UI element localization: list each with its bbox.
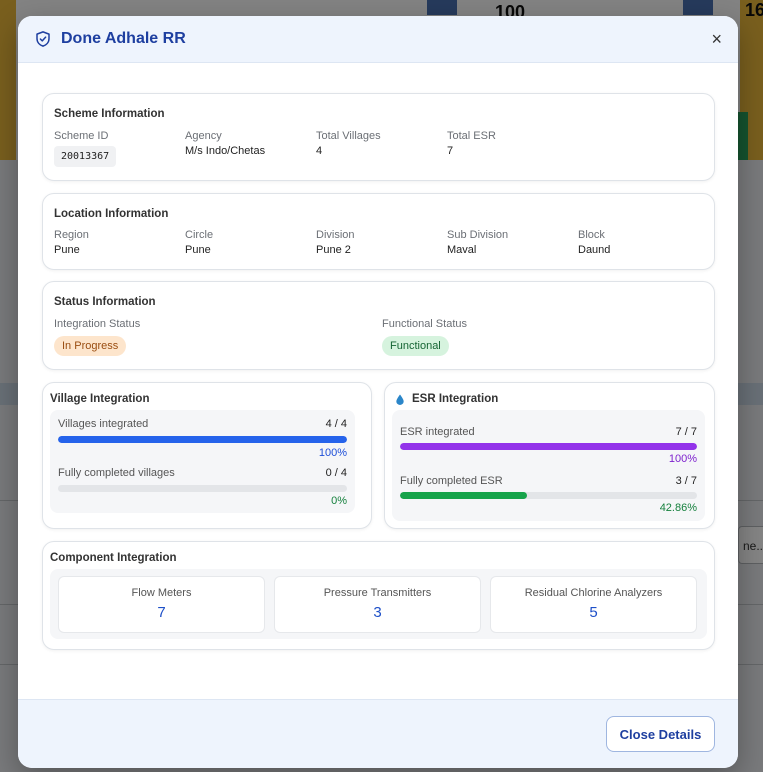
- location-information-card: Location Information Region Pune Circle …: [42, 193, 715, 270]
- card-title: Scheme Information: [54, 108, 165, 120]
- progress-count: 7 / 7: [675, 426, 697, 438]
- fully-completed-villages-bar: [58, 485, 347, 492]
- flow-meters-tile: Flow Meters 7: [58, 576, 265, 633]
- sub-division-field: Sub Division Maval: [447, 229, 508, 256]
- esr-integrated-bar: [400, 443, 697, 450]
- field-value: 4: [316, 145, 323, 157]
- esr-integration-card: ESR Integration ESR integrated 7 / 7 100…: [384, 382, 715, 529]
- progress-label: Fully completed ESR: [400, 475, 503, 487]
- field-label: Sub Division: [447, 229, 509, 241]
- total-esr-field: Total ESR 7: [447, 130, 496, 157]
- agency-field: Agency M/s Indo/Chetas: [185, 130, 265, 157]
- progress-fill: [400, 492, 528, 499]
- total-villages-field: Total Villages 4: [316, 130, 381, 157]
- villages-integrated-bar: [58, 436, 347, 443]
- progress-percent: 0%: [331, 495, 347, 507]
- field-label: Scheme ID: [54, 130, 109, 142]
- progress-percent: 42.86%: [659, 502, 697, 514]
- field-value: Pune 2: [316, 244, 351, 256]
- close-details-button[interactable]: Close Details: [606, 716, 715, 752]
- fully-completed-villages-row: Fully completed villages 0 / 4: [58, 467, 347, 479]
- component-label: Flow Meters: [131, 587, 192, 599]
- card-title: Village Integration: [50, 393, 150, 405]
- villages-integrated-row: Villages integrated 4 / 4: [58, 418, 347, 430]
- component-value: 5: [589, 604, 598, 621]
- component-label: Residual Chlorine Analyzers: [524, 587, 663, 599]
- division-field: Division Pune 2: [316, 229, 355, 256]
- card-title: Status Information: [54, 296, 156, 308]
- functional-status-field: Functional Status Functional: [382, 318, 467, 356]
- esr-integrated-row: ESR integrated 7 / 7: [400, 426, 697, 438]
- card-title: ESR Integration: [412, 393, 499, 405]
- scheme-details-modal: Done Adhale RR × Scheme Information Sche…: [18, 16, 738, 768]
- block-field: Block Daund: [578, 229, 610, 256]
- progress-percent: 100%: [668, 453, 697, 465]
- progress-count: 4 / 4: [325, 418, 347, 430]
- field-label: Agency: [185, 130, 222, 142]
- progress-count: 0 / 4: [325, 467, 347, 479]
- component-value: 7: [157, 604, 166, 621]
- scheme-information-card: Scheme Information Scheme ID 20013367 Ag…: [42, 93, 715, 181]
- progress-fill: [400, 443, 697, 450]
- card-title-row: ESR Integration: [395, 393, 498, 405]
- modal-title: Done Adhale RR: [61, 30, 186, 47]
- village-integration-card: Village Integration Villages integrated …: [42, 382, 372, 529]
- shield-check-icon: [36, 31, 50, 47]
- component-integration-card: Component Integration Flow Meters 7 Pres…: [42, 541, 715, 650]
- field-value: Pune: [185, 244, 211, 256]
- progress-fill: [58, 436, 347, 443]
- esr-progress-panel: ESR integrated 7 / 7 100% Fully complete…: [392, 410, 705, 521]
- fully-completed-esr-row: Fully completed ESR 3 / 7: [400, 475, 697, 487]
- progress-count: 3 / 7: [675, 475, 697, 487]
- pressure-transmitters-tile: Pressure Transmitters 3: [274, 576, 481, 633]
- field-label: Functional Status: [382, 318, 467, 330]
- card-title: Component Integration: [50, 552, 177, 564]
- field-label: Total ESR: [447, 130, 496, 142]
- region-field: Region Pune: [54, 229, 89, 256]
- field-value: Daund: [578, 244, 611, 256]
- field-label: Circle: [185, 229, 214, 241]
- component-value: 3: [373, 604, 382, 621]
- field-label: Integration Status: [54, 318, 141, 330]
- card-title: Location Information: [54, 208, 169, 220]
- progress-label: ESR integrated: [400, 426, 475, 438]
- scheme-id-field: Scheme ID 20013367: [54, 130, 117, 167]
- field-label: Region: [54, 229, 89, 241]
- field-value: 7: [447, 145, 454, 157]
- fully-completed-esr-bar: [400, 492, 697, 499]
- close-icon[interactable]: ×: [711, 30, 722, 48]
- village-progress-panel: Villages integrated 4 / 4 100% Fully com…: [50, 410, 355, 513]
- scheme-id-value: 20013367: [54, 146, 117, 167]
- modal-body: Scheme Information Scheme ID 20013367 Ag…: [18, 63, 738, 699]
- functional-status-badge: Functional: [382, 336, 449, 356]
- integration-status-field: Integration Status In Progress: [54, 318, 140, 356]
- field-label: Total Villages: [316, 130, 381, 142]
- residual-chlorine-analyzers-tile: Residual Chlorine Analyzers 5: [490, 576, 697, 633]
- modal-header: Done Adhale RR ×: [18, 16, 738, 63]
- field-value: Pune: [54, 244, 80, 256]
- integration-status-badge: In Progress: [54, 336, 127, 356]
- component-label: Pressure Transmitters: [323, 587, 432, 599]
- field-label: Block: [578, 229, 605, 241]
- field-label: Division: [316, 229, 355, 241]
- progress-percent: 100%: [318, 447, 347, 459]
- status-information-card: Status Information Integration Status In…: [42, 281, 715, 370]
- field-value: M/s Indo/Chetas: [185, 145, 266, 157]
- circle-field: Circle Pune: [185, 229, 213, 256]
- progress-label: Fully completed villages: [58, 467, 175, 479]
- water-drop-icon: [396, 393, 404, 405]
- field-value: Maval: [447, 244, 477, 256]
- modal-footer: Close Details: [18, 699, 738, 768]
- progress-label: Villages integrated: [58, 418, 149, 430]
